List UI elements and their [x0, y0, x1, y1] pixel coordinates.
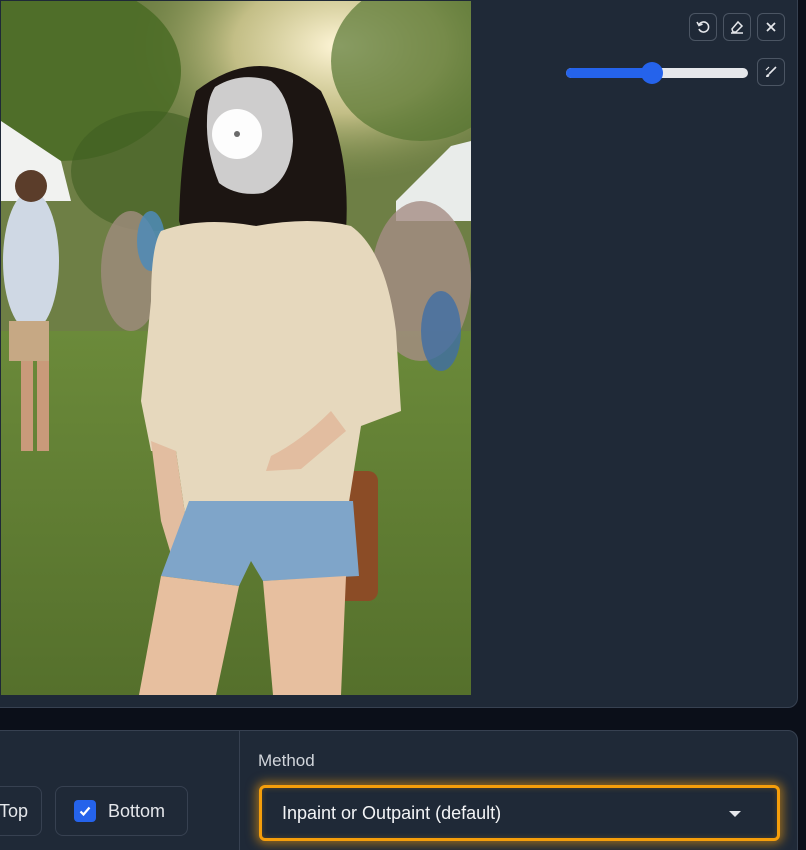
app-root: Top Bottom Method Inpaint or Outpaint (d…: [0, 0, 806, 850]
close-icon: [766, 22, 776, 32]
slider-fill: [566, 68, 652, 78]
undo-icon: [696, 21, 710, 33]
undo-button[interactable]: [689, 13, 717, 41]
slider-thumb[interactable]: [640, 62, 663, 84]
editor-canvas-image[interactable]: [1, 1, 471, 695]
brush-size-slider[interactable]: [566, 62, 748, 84]
brush-icon: [765, 66, 777, 77]
method-dropdown[interactable]: Inpaint or Outpaint (default): [259, 785, 780, 841]
method-label: Method: [258, 751, 315, 770]
photo-illustration: [1, 1, 471, 695]
brush-button[interactable]: [757, 58, 785, 86]
crop-option-bottom[interactable]: Bottom: [55, 786, 188, 836]
close-button[interactable]: [757, 13, 785, 41]
crop-option-label: Top: [0, 800, 29, 821]
image-editor-panel: [0, 0, 798, 708]
chevron-down-icon: [729, 811, 741, 817]
eraser-icon: [731, 20, 744, 34]
checkbox-checked-icon[interactable]: [74, 800, 96, 822]
eraser-button[interactable]: [723, 13, 751, 41]
settings-divider: [239, 730, 240, 850]
crop-option-label: Bottom: [108, 800, 166, 821]
method-selected-value: Inpaint or Outpaint (default): [282, 802, 502, 823]
crop-option-top[interactable]: Top: [0, 786, 42, 836]
